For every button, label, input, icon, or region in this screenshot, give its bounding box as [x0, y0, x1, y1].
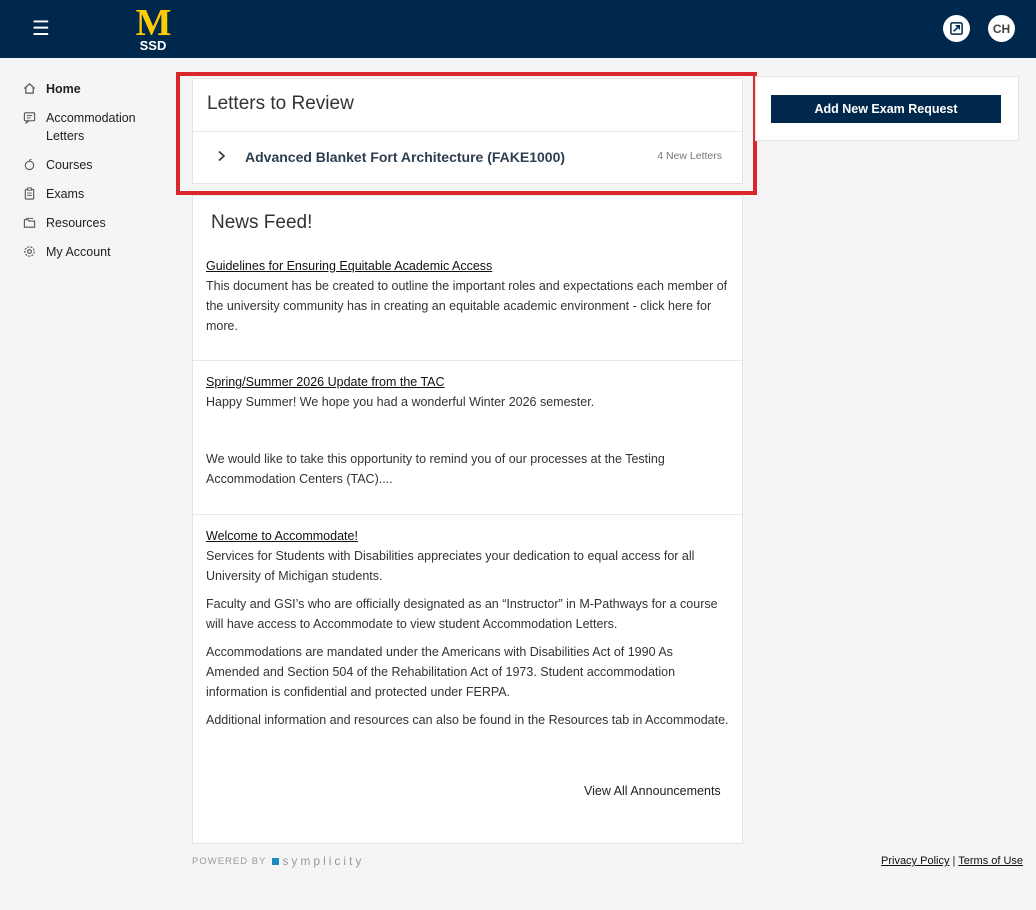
exams-icon: [22, 187, 36, 201]
course-title: Advanced Blanket Fort Architecture (FAKE…: [245, 149, 566, 165]
user-avatar[interactable]: CH: [988, 15, 1015, 42]
hamburger-icon[interactable]: ☰: [30, 18, 52, 40]
logo-letter: M: [135, 2, 172, 44]
chevron-right-icon: [217, 149, 231, 165]
switch-view-glyph: [950, 22, 963, 35]
terms-of-use-link[interactable]: Terms of Use: [958, 855, 1023, 867]
news-item: Guidelines for Ensuring Equitable Academ…: [193, 256, 742, 361]
new-letters-count: 4 New Letters: [657, 150, 722, 162]
privacy-policy-link[interactable]: Privacy Policy: [881, 855, 949, 867]
sidebar-item-label: My Account: [46, 245, 111, 259]
footer-links: Privacy Policy | Terms of Use: [881, 855, 1023, 867]
sidebar-item-resources[interactable]: Resources: [22, 210, 172, 236]
gear-icon: [22, 245, 36, 259]
news-item-link[interactable]: Welcome to Accommodate!: [206, 526, 358, 546]
course-letters-row[interactable]: Advanced Blanket Fort Architecture (FAKE…: [193, 132, 742, 182]
news-feed-panel: News Feed! Guidelines for Ensuring Equit…: [192, 195, 743, 844]
top-bar: ☰ M SSD CH: [0, 0, 1036, 58]
news-item-text: Services for Students with Disabilities …: [206, 549, 695, 583]
university-logo[interactable]: M SSD: [130, 2, 176, 53]
sidebar-item-my-account[interactable]: My Account: [22, 239, 172, 265]
sidebar-item-label: Exams: [46, 187, 85, 201]
powered-by: POWERED BY symplicity: [192, 854, 364, 868]
news-item-text: We would like to take this opportunity t…: [206, 452, 665, 486]
letters-to-review-panel: Letters to Review Advanced Blanket Fort …: [192, 78, 743, 184]
news-item-text: Additional information and resources can…: [206, 713, 729, 727]
news-item: Spring/Summer 2026 Update from the TAC H…: [193, 372, 742, 515]
sidebar-item-label: Courses: [46, 158, 93, 172]
news-item-link[interactable]: Guidelines for Ensuring Equitable Academ…: [206, 256, 492, 276]
sidebar-item-courses[interactable]: Courses: [22, 152, 172, 178]
sidebar-item-exams[interactable]: Exams: [22, 181, 172, 207]
sidebar-item-accommodation-letters[interactable]: Accommodation Letters: [22, 105, 172, 149]
sidebar-item-label: Resources: [46, 216, 106, 230]
powered-by-label: POWERED BY: [192, 855, 267, 867]
news-item-text: Faculty and GSI’s who are officially des…: [206, 597, 718, 631]
news-item-text: Accommodations are mandated under the Am…: [206, 645, 676, 699]
sidebar-item-home[interactable]: Home: [22, 76, 172, 102]
view-all-announcements-link[interactable]: View All Announcements: [584, 784, 721, 798]
news-item-link[interactable]: Spring/Summer 2026 Update from the TAC: [206, 372, 445, 392]
symplicity-logo-icon: [272, 857, 280, 865]
courses-icon: [22, 158, 36, 172]
news-item-text: Happy Summer! We hope you had a wonderfu…: [206, 395, 595, 409]
exam-request-panel: Add New Exam Request: [755, 76, 1019, 141]
letters-icon: [22, 111, 36, 125]
news-item: Welcome to Accommodate! Services for Stu…: [193, 526, 742, 756]
switch-view-icon[interactable]: [943, 15, 970, 42]
home-icon: [22, 82, 36, 96]
sidebar-item-label: Accommodation Letters: [46, 111, 136, 143]
resources-icon: [22, 216, 36, 230]
letters-title: Letters to Review: [207, 93, 354, 114]
news-feed-title: News Feed!: [211, 212, 313, 233]
footer-separator: |: [952, 855, 956, 867]
symplicity-brand: symplicity: [282, 854, 365, 868]
sidebar-nav: Home Accommodation Letters Courses Exams…: [22, 76, 172, 268]
add-new-exam-request-button[interactable]: Add New Exam Request: [771, 95, 1001, 123]
sidebar-item-label: Home: [46, 82, 81, 96]
news-item-text: This document has be created to outline …: [206, 279, 728, 333]
